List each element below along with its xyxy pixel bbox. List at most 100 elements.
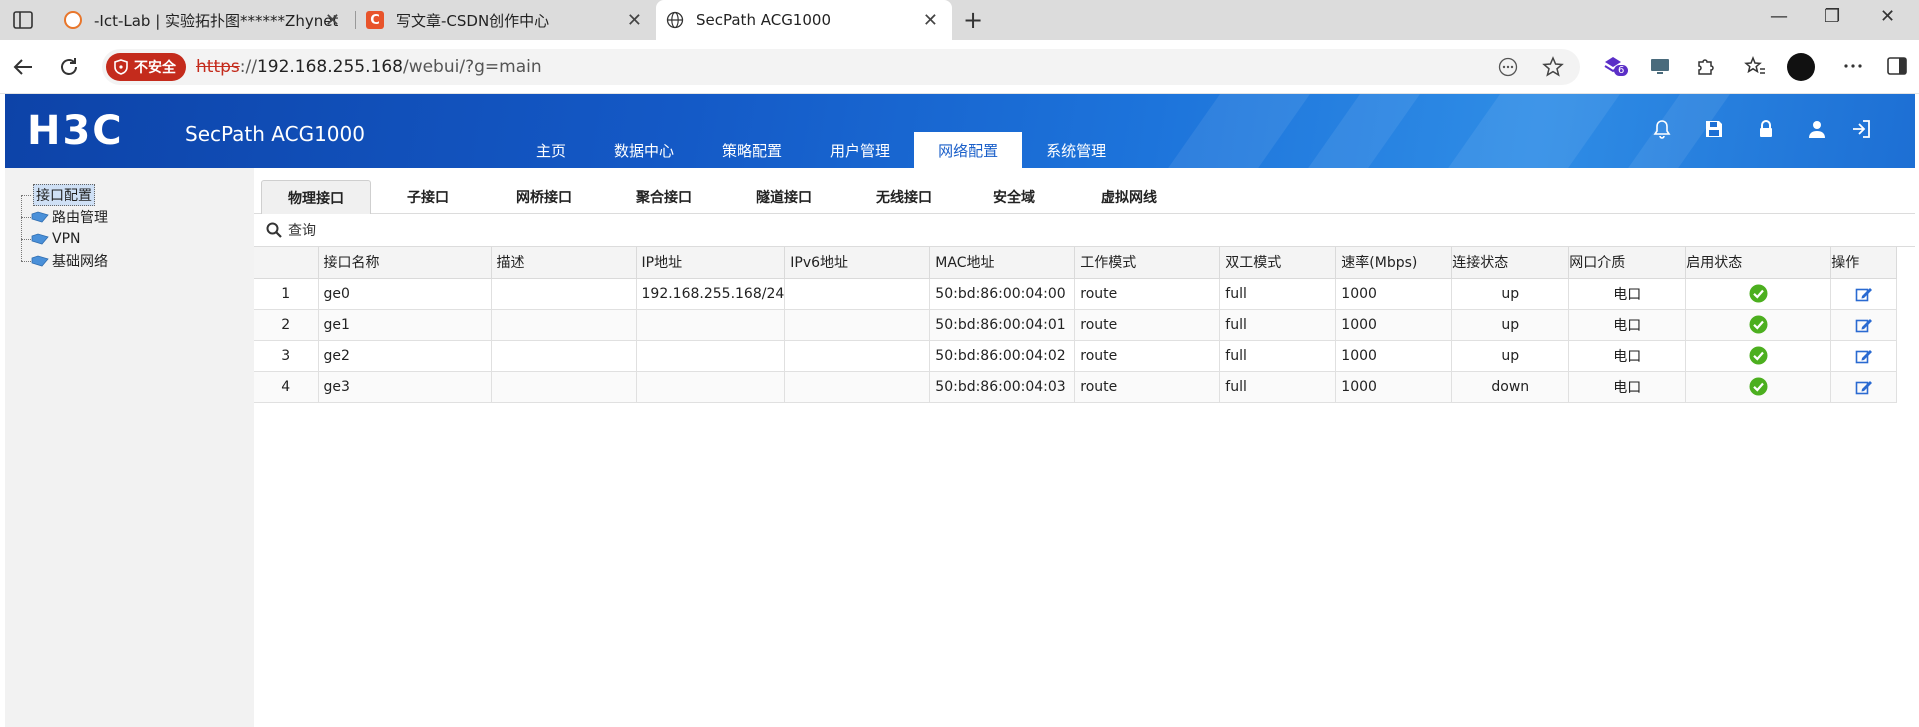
col-duplex-mode[interactable]: 双工模式 xyxy=(1219,247,1337,279)
cell-description xyxy=(491,309,637,341)
cell-ipv6-address xyxy=(784,371,931,403)
restore-button[interactable]: ❐ xyxy=(1824,6,1840,27)
cell-enabled-state xyxy=(1685,371,1832,403)
subtab-wireless-interface[interactable]: 无线接口 xyxy=(859,180,949,214)
tree-label: 接口配置 xyxy=(33,184,95,206)
browser-tab-csdn[interactable]: C 写文章-CSDN创作中心 ✕ xyxy=(356,0,656,40)
monitor-icon[interactable] xyxy=(1647,53,1673,79)
sidebar-toggle-icon[interactable] xyxy=(1884,53,1910,79)
col-mac-address[interactable]: MAC地址 xyxy=(929,247,1076,279)
tab-actions-icon[interactable] xyxy=(12,10,34,30)
new-tab-button[interactable]: + xyxy=(963,6,983,34)
window-close-button[interactable]: ✕ xyxy=(1880,6,1895,27)
col-enabled-state[interactable]: 启用状态 xyxy=(1685,247,1832,279)
lock-icon[interactable] xyxy=(1755,118,1777,140)
edit-icon[interactable] xyxy=(1855,348,1873,364)
tree-item-basic-network[interactable]: 基础网络 xyxy=(21,250,108,272)
folder-icon xyxy=(31,255,49,267)
header-stripe xyxy=(1135,94,1325,168)
more-options-icon[interactable] xyxy=(1498,57,1518,77)
edit-icon[interactable] xyxy=(1855,317,1873,333)
edit-icon[interactable] xyxy=(1855,286,1873,302)
insecure-badge[interactable]: 不安全 xyxy=(106,53,186,81)
tab-close-icon[interactable]: ✕ xyxy=(627,10,642,31)
cell-work-mode: route xyxy=(1074,371,1221,403)
h3c-webui: H3C SecPath ACG1000 主页 数据中心 策略配置 用户管理 网络… xyxy=(5,94,1915,727)
enabled-check-icon xyxy=(1749,346,1768,365)
settings-more-icon[interactable] xyxy=(1840,53,1866,79)
favorites-icon[interactable] xyxy=(1742,53,1768,79)
subtab-physical-interface[interactable]: 物理接口 xyxy=(261,180,371,214)
col-description[interactable]: 描述 xyxy=(491,247,637,279)
sidebar-tree: 接口配置 路由管理 VPN 基础网络 xyxy=(5,168,254,727)
globe-icon xyxy=(666,11,684,29)
browser-tab-secpath[interactable]: SecPath ACG1000 ✕ xyxy=(656,0,952,40)
table-row[interactable]: 4 ge3 50:bd:86:00:04:03 route full 1000 … xyxy=(254,371,1898,403)
tree-item-interface-config[interactable]: 接口配置 xyxy=(21,184,108,206)
refresh-icon[interactable] xyxy=(58,56,80,78)
nav-home[interactable]: 主页 xyxy=(512,132,590,168)
col-link-state[interactable]: 连接状态 xyxy=(1451,247,1570,279)
col-index xyxy=(254,247,319,279)
tab-close-icon[interactable]: ✕ xyxy=(325,10,340,31)
col-work-mode[interactable]: 工作模式 xyxy=(1074,247,1221,279)
nav-network-config[interactable]: 网络配置 xyxy=(914,132,1023,168)
save-icon[interactable] xyxy=(1703,118,1725,140)
col-ip-address[interactable]: IP地址 xyxy=(636,247,786,279)
logout-icon[interactable] xyxy=(1850,118,1872,140)
subtab-aggregate-interface[interactable]: 聚合接口 xyxy=(619,180,709,214)
cell-ipv6-address xyxy=(784,340,931,372)
user-icon[interactable] xyxy=(1806,118,1828,140)
cell-index: 4 xyxy=(254,371,319,403)
col-port-medium[interactable]: 网口介质 xyxy=(1568,247,1687,279)
cell-ip-address xyxy=(636,340,786,372)
nav-policy-config[interactable]: 策略配置 xyxy=(698,132,806,168)
subtab-bridge-interface[interactable]: 网桥接口 xyxy=(499,180,589,214)
nav-data-center[interactable]: 数据中心 xyxy=(590,132,698,168)
cell-actions xyxy=(1830,340,1898,372)
cell-actions xyxy=(1830,309,1898,341)
col-speed[interactable]: 速率(Mbps) xyxy=(1335,247,1453,279)
profile-avatar[interactable] xyxy=(1787,53,1815,81)
col-ipv6-address[interactable]: IPv6地址 xyxy=(784,247,931,279)
cell-index: 2 xyxy=(254,309,319,341)
nav-system-management[interactable]: 系统管理 xyxy=(1022,132,1130,168)
col-interface-name[interactable]: 接口名称 xyxy=(318,247,492,279)
omnibox[interactable]: 不安全 https://192.168.255.168/webui/?g=mai… xyxy=(102,49,1580,85)
bell-icon[interactable] xyxy=(1651,118,1673,140)
tab-label: SecPath ACG1000 xyxy=(696,11,831,29)
product-name: SecPath ACG1000 xyxy=(185,122,365,146)
cell-mac-address: 50:bd:86:00:04:01 xyxy=(929,309,1076,341)
cell-enabled-state xyxy=(1685,278,1832,310)
subtab-tunnel-interface[interactable]: 隧道接口 xyxy=(739,180,829,214)
tree-item-vpn[interactable]: VPN xyxy=(21,228,108,250)
table-row[interactable]: 1 ge0 192.168.255.168/24 50:bd:86:00:04:… xyxy=(254,278,1898,310)
cell-speed: 1000 xyxy=(1335,278,1453,310)
url-text[interactable]: https://192.168.255.168/webui/?g=main xyxy=(196,57,542,77)
edit-icon[interactable] xyxy=(1855,379,1873,395)
cell-actions xyxy=(1830,278,1898,310)
cell-description xyxy=(491,340,637,372)
tab-close-icon[interactable]: ✕ xyxy=(923,10,938,31)
table-row[interactable]: 2 ge1 50:bd:86:00:04:01 route full 1000 … xyxy=(254,309,1898,341)
tree-branch xyxy=(21,216,31,218)
subtab-virtual-wire[interactable]: 虚拟网线 xyxy=(1084,180,1174,214)
cell-mac-address: 50:bd:86:00:04:02 xyxy=(929,340,1076,372)
app-header: H3C SecPath ACG1000 主页 数据中心 策略配置 用户管理 网络… xyxy=(5,94,1915,168)
subtab-sub-interface[interactable]: 子接口 xyxy=(388,180,468,214)
cell-duplex-mode: full xyxy=(1219,371,1337,403)
tree-item-route-management[interactable]: 路由管理 xyxy=(21,206,108,228)
table-row[interactable]: 3 ge2 50:bd:86:00:04:02 route full 1000 … xyxy=(254,340,1898,372)
extension-badge-icon[interactable]: 6 xyxy=(1600,53,1629,79)
cell-speed: 1000 xyxy=(1335,340,1453,372)
favorite-star-icon[interactable] xyxy=(1542,56,1564,78)
back-icon[interactable] xyxy=(12,56,34,78)
cell-ipv6-address xyxy=(784,309,931,341)
cell-work-mode: route xyxy=(1074,340,1221,372)
search-bar[interactable]: 查询 xyxy=(254,214,1915,247)
browser-tab-ictlab[interactable]: -Ict-Lab | 实验拓扑图******Zhynet ✕ xyxy=(54,0,354,40)
nav-user-management[interactable]: 用户管理 xyxy=(806,132,914,168)
subtab-security-zone[interactable]: 安全域 xyxy=(974,180,1054,214)
minimize-button[interactable]: — xyxy=(1770,6,1788,27)
extensions-puzzle-icon[interactable] xyxy=(1692,53,1718,79)
